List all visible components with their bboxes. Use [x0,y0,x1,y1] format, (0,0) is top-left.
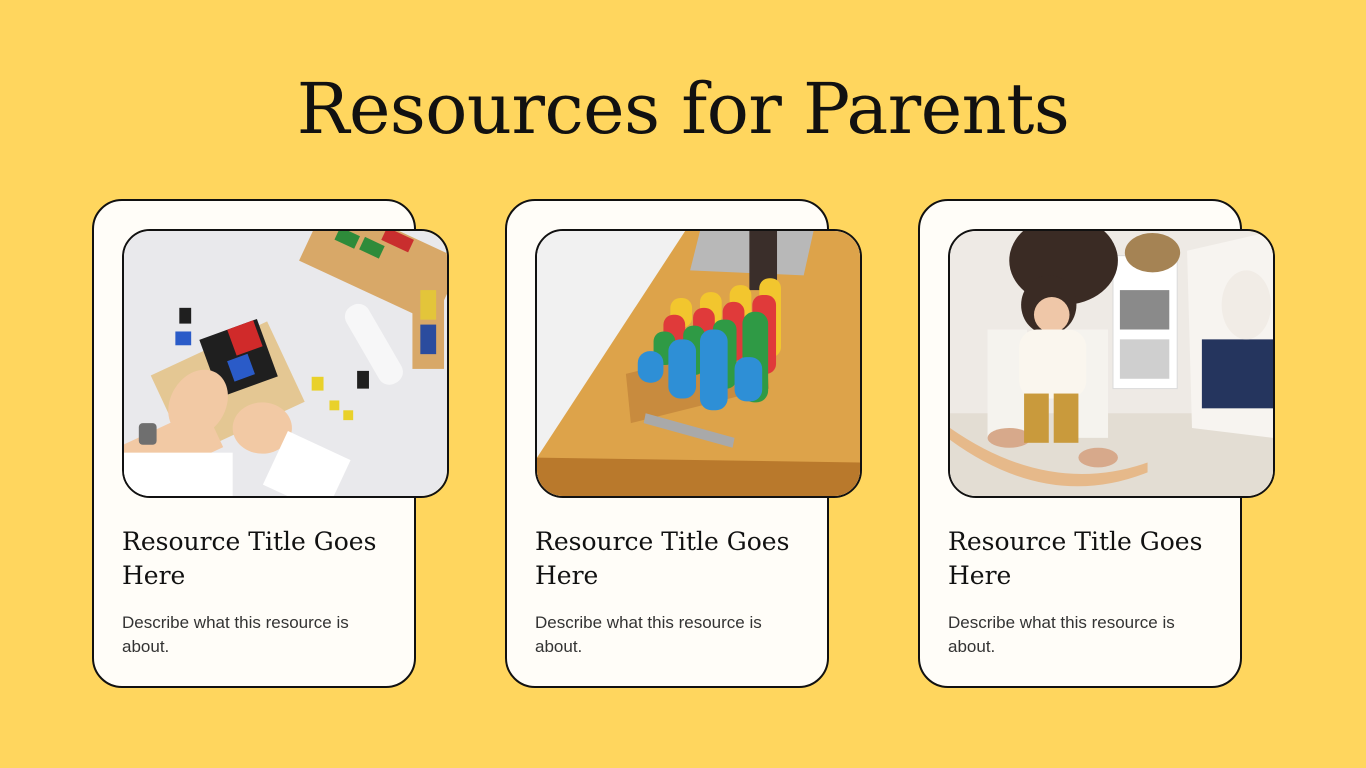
resource-card-1[interactable]: Resource Title Goes Here Describe what t… [92,199,449,688]
child-balance-board-photo-icon [948,229,1275,498]
card-title[interactable]: Resource Title Goes Here [535,525,805,593]
card-description: Describe what this resource is about. [948,613,1175,656]
card-title[interactable]: Resource Title Goes Here [122,525,392,593]
page-title: Resources for Parents [296,68,1070,150]
card-description: Describe what this resource is about. [122,613,349,656]
resource-card-2[interactable]: Resource Title Goes Here Describe what t… [505,199,862,688]
card-description: Describe what this resource is about. [535,613,762,656]
slide: Resources for Parents Resource Title Goe… [0,0,1366,768]
child-hands-color-cube-photo-icon [122,229,449,498]
colored-cylinder-blocks-photo-icon [535,229,862,498]
card-title[interactable]: Resource Title Goes Here [948,525,1218,593]
resource-card-3[interactable]: Resource Title Goes Here Describe what t… [918,199,1275,688]
